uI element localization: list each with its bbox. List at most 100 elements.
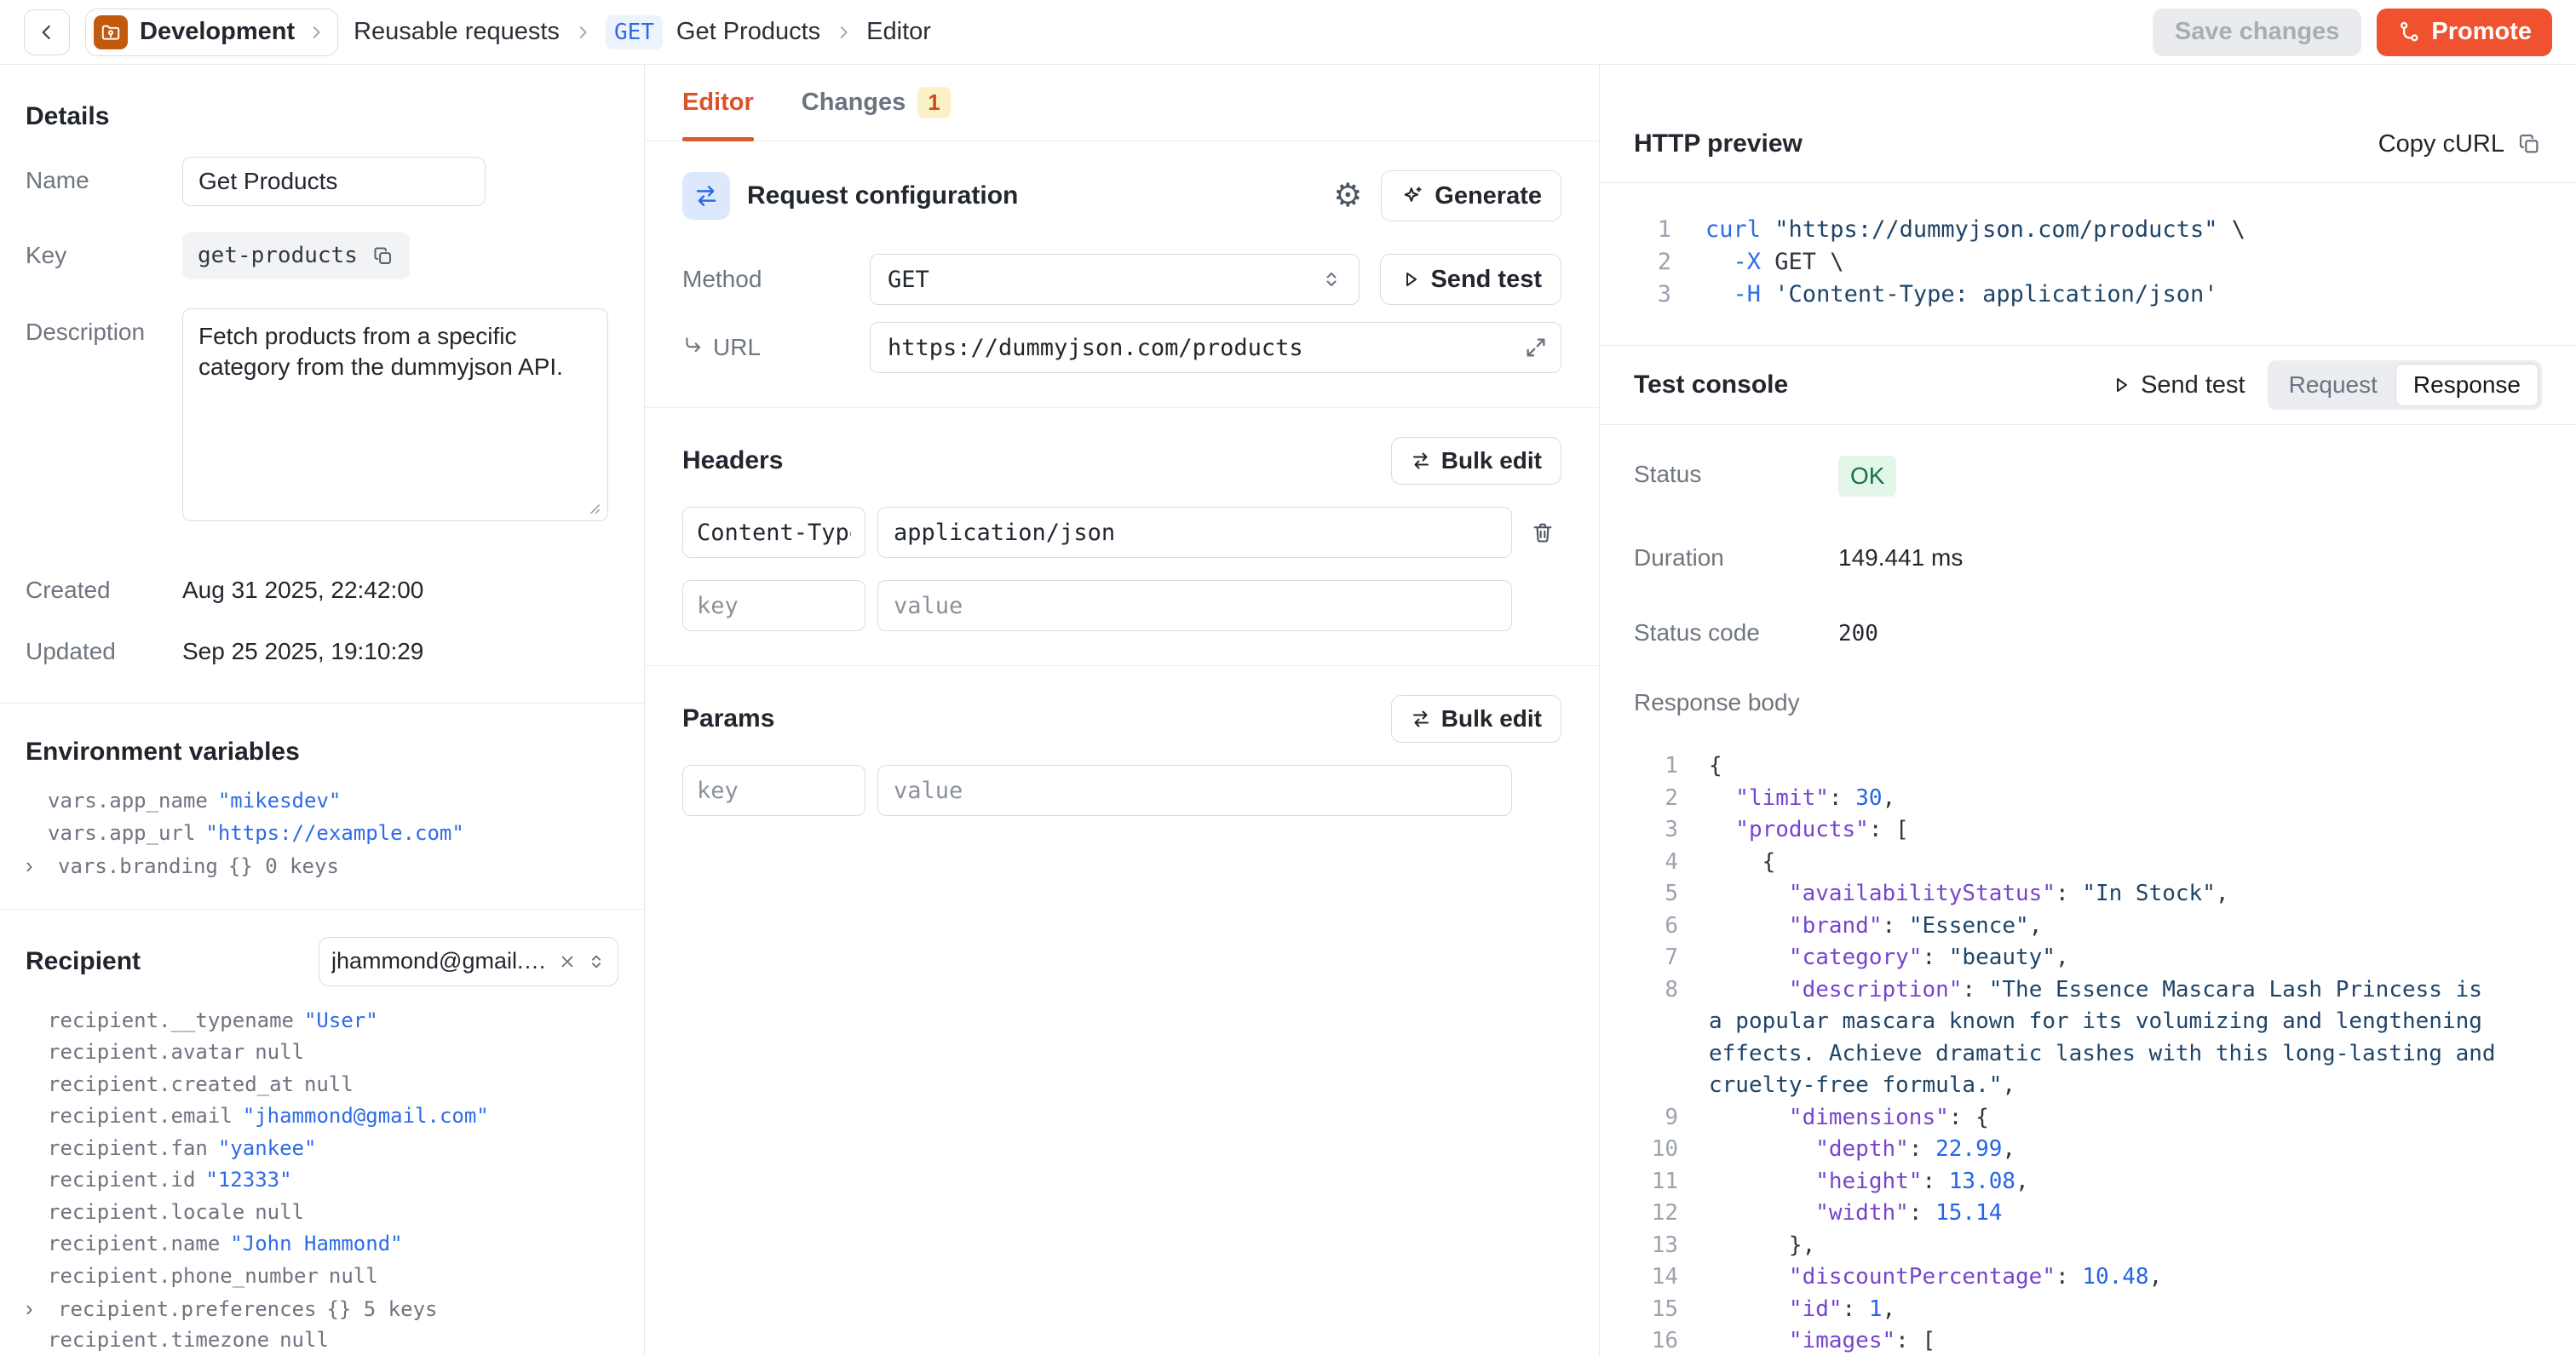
toggle-response[interactable]: Response [2395,364,2539,406]
breadcrumb: Reusable requests GET Get Products Edito… [354,15,931,49]
copy-icon[interactable] [371,244,394,267]
response-body-code: 1{2 "limit": 30,3 "products": [4 {5 "ava… [1634,750,2542,1356]
variable-value: "John Hammond" [230,1232,402,1255]
env-var-list: vars.app_name"mikesdev"vars.app_url"http… [26,789,618,885]
variable-name: recipient.created_at [48,1072,294,1096]
project-name: Development [140,18,295,46]
breadcrumb-requests[interactable]: Reusable requests [354,18,560,46]
code-line: 3 -H 'Content-Type: application/json' [1634,279,2542,311]
variable-row[interactable]: ›recipient.preferences{} 5 keys [26,1296,618,1328]
status-badge: OK [1838,456,1896,497]
key-value: get-products [198,243,358,268]
status-code-value: 200 [1838,614,1878,646]
header-value-input-empty[interactable] [877,580,1512,631]
promote-button[interactable]: Promote [2377,9,2552,56]
expand-icon[interactable] [1524,336,1548,359]
key-label: Key [26,232,182,269]
folder-icon [94,15,128,49]
variable-row[interactable]: › vars.branding {} 0 keys [26,853,618,885]
line-number: 7 [1634,942,1678,974]
chevron-right-icon[interactable]: › [26,853,48,879]
recipient-var-list: recipient.__typename"User"recipient.avat… [26,1008,618,1356]
details-sidebar: Details Name Key get-products Descriptio… [0,65,645,1356]
delete-header-button[interactable] [1524,507,1561,558]
chevron-left-icon [36,21,58,43]
created-label: Created [26,566,182,604]
variable-name: recipient.locale [48,1200,244,1224]
breadcrumb-request-name[interactable]: Get Products [676,18,820,46]
line-number: 2 [1634,783,1678,815]
duration-label: Duration [1634,539,1838,572]
project-switcher[interactable]: Development [85,9,338,56]
variable-row: recipient.localenull [26,1200,618,1232]
editor-panel: Editor Changes 1 Request configuration ⚙ [645,65,1600,1356]
code-line: 1curl "https://dummyjson.com/products" \ [1634,214,2542,246]
header-key-input[interactable] [682,507,865,558]
preview-panel: HTTP preview Copy cURL 1curl "https://du… [1600,65,2576,1356]
variable-value: "yankee" [218,1136,317,1160]
request-response-toggle: Request Response [2268,360,2542,410]
param-value-input[interactable] [877,765,1512,816]
variable-value: {} 0 keys [228,854,339,878]
request-config-title: Request configuration [747,181,1018,210]
clear-icon[interactable] [558,952,577,971]
bulk-edit-label: Bulk edit [1441,705,1542,733]
chevron-right-icon[interactable]: › [26,1296,48,1322]
description-textarea[interactable]: Fetch products from a specific category … [182,308,608,521]
variable-name: vars.branding [58,854,218,878]
generate-button[interactable]: Generate [1381,170,1561,221]
http-preview-title: HTTP preview [1634,129,1803,158]
chevron-right-icon [834,23,853,42]
corner-down-right-icon [682,334,704,356]
variable-name: recipient.phone_number [48,1264,319,1288]
name-label: Name [26,157,182,194]
copy-icon [2516,131,2542,157]
tab-editor[interactable]: Editor [682,65,754,141]
variable-row: vars.app_url"https://example.com" [26,821,618,853]
back-button[interactable] [24,9,70,55]
send-test-button[interactable]: Send test [1380,254,1561,305]
recipient-title: Recipient [26,947,141,976]
code-line: 2 "limit": 30, [1634,783,2542,815]
gear-icon[interactable]: ⚙ [1333,180,1362,212]
params-bulk-edit-button[interactable]: Bulk edit [1391,695,1561,743]
promote-label: Promote [2431,18,2532,46]
variable-row: recipient.timezonenull [26,1328,618,1356]
recipient-select[interactable]: jhammond@gmail.com [319,937,618,986]
params-title: Params [682,704,774,733]
line-number: 3 [1634,814,1678,847]
variable-value: "mikesdev" [218,789,342,813]
console-send-test-button[interactable]: Send test [2110,371,2245,399]
variable-name: recipient.email [48,1104,233,1128]
request-config-icon [682,172,730,220]
section-divider [645,407,1599,408]
header-value-input[interactable] [877,507,1512,558]
name-input[interactable] [182,157,486,206]
variable-value: "User" [304,1008,378,1032]
created-value: Aug 31 2025, 22:42:00 [182,566,423,604]
save-changes-button[interactable]: Save changes [2153,9,2361,56]
headers-title: Headers [682,446,783,475]
variable-row: recipient.fan"yankee" [26,1136,618,1169]
copy-curl-button[interactable]: Copy cURL [2378,130,2542,158]
headers-bulk-edit-button[interactable]: Bulk edit [1391,437,1561,485]
variable-name: recipient.avatar [48,1040,244,1064]
param-key-input[interactable] [682,765,865,816]
console-send-test-label: Send test [2141,371,2245,399]
header-key-input-empty[interactable] [682,580,865,631]
recipient-selected-value: jhammond@gmail.com [331,948,548,974]
line-number: 15 [1634,1294,1678,1326]
line-number: 4 [1634,847,1678,879]
method-select[interactable]: GET [870,254,1360,305]
resize-handle-icon[interactable] [583,497,601,515]
key-pill: get-products [182,232,410,279]
method-value: GET [888,267,929,293]
variable-name: recipient.timezone [48,1328,269,1352]
toggle-request[interactable]: Request [2271,364,2395,406]
tab-changes[interactable]: Changes 1 [802,65,951,141]
variable-row: recipient.__typename"User" [26,1008,618,1041]
copy-curl-label: Copy cURL [2378,130,2504,158]
variable-value: {} 5 keys [326,1297,437,1321]
url-input[interactable] [870,322,1561,373]
code-line: 1{ [1634,750,2542,783]
